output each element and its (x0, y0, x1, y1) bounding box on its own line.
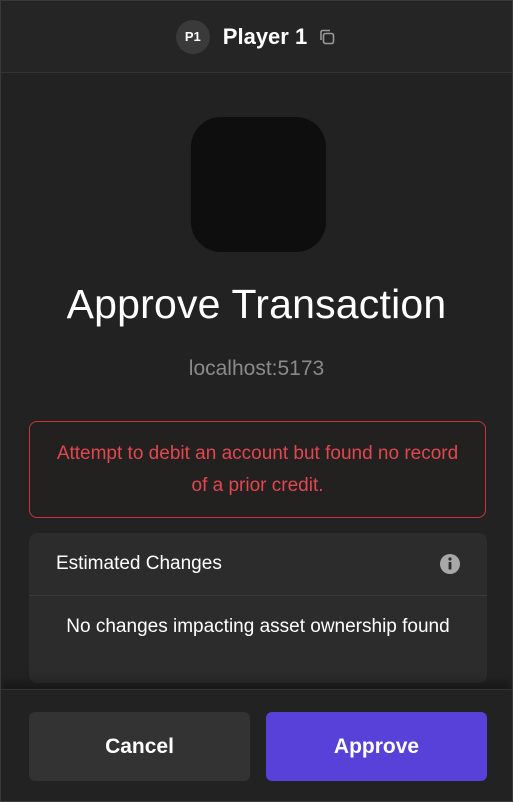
estimated-changes-card: Estimated Changes No changes impacting a… (29, 533, 487, 683)
wallet-popup: P1 Player 1 Approve Transaction localhos… (0, 0, 513, 802)
page-title: Approve Transaction (66, 281, 447, 327)
cancel-button[interactable]: Cancel (29, 712, 250, 781)
action-footer: Cancel Approve (1, 689, 512, 801)
info-icon[interactable] (439, 553, 461, 575)
dapp-icon (191, 117, 326, 252)
avatar: P1 (175, 19, 210, 54)
account-name: Player 1 (222, 23, 308, 49)
estimated-changes-header: Estimated Changes (29, 533, 487, 596)
copy-icon[interactable] (317, 27, 337, 47)
error-alert: Attempt to debit an account but found no… (29, 421, 486, 518)
approve-button[interactable]: Approve (266, 712, 487, 781)
error-message: Attempt to debit an account but found no… (56, 442, 459, 496)
account-header: P1 Player 1 (1, 1, 512, 73)
dapp-origin: localhost:5173 (188, 357, 325, 380)
estimated-changes-message: No changes impacting asset ownership fou… (66, 616, 450, 637)
estimated-changes-title: Estimated Changes (56, 553, 222, 574)
